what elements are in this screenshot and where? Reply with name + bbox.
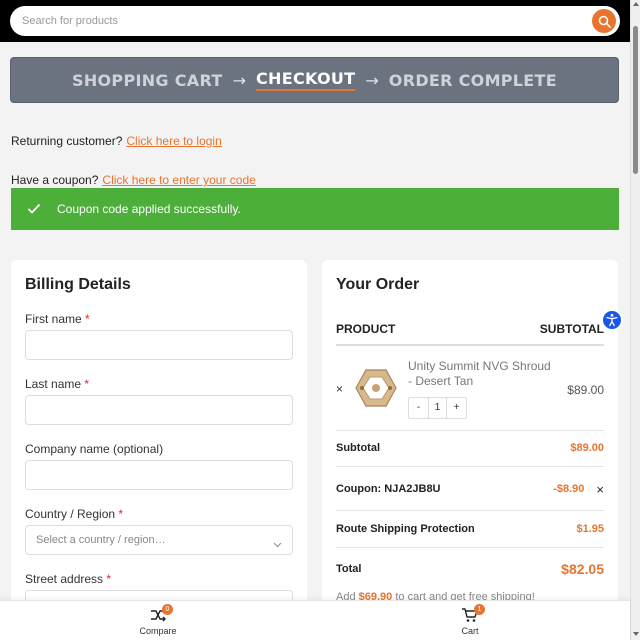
first-name-label: First name * [25, 312, 90, 326]
country-label-text: Country / Region [25, 507, 116, 521]
qty-input[interactable]: 1 [428, 398, 447, 418]
bottom-nav: 0 Compare 1 Cart [0, 600, 630, 640]
total-row: Total $82.05 [336, 559, 604, 579]
scroll-up-icon[interactable] [633, 2, 639, 6]
last-name-field[interactable] [25, 395, 293, 425]
arrow-right-icon: → [232, 70, 246, 90]
success-notice: Coupon code applied successfully. [11, 188, 619, 230]
first-name-label-text: First name [25, 312, 82, 326]
coupon-prompt: Have a coupon? Click here to enter your c… [11, 173, 256, 187]
search-button[interactable] [592, 9, 616, 33]
login-link[interactable]: Click here to login [126, 134, 221, 148]
compare-count-badge: 0 [162, 604, 173, 615]
scroll-thumb[interactable] [633, 26, 638, 174]
country-select-value: Select a country / region… [36, 534, 166, 546]
cart-nav-item[interactable]: 1 Cart [440, 604, 500, 636]
street-label-text: Street address [25, 572, 104, 586]
cart-label: Cart [461, 626, 479, 636]
cart-count-badge: 1 [474, 604, 485, 615]
step-shopping-cart[interactable]: SHOPPING CART [72, 71, 223, 90]
header-bar [0, 0, 630, 42]
coupon-value-group: -$8.90 × [553, 482, 604, 497]
billing-title: Billing Details [25, 276, 131, 293]
accessibility-button[interactable] [601, 309, 623, 331]
divider [336, 510, 604, 511]
total-label: Total [336, 563, 362, 575]
coupon-prompt-text: Have a coupon? [11, 173, 99, 187]
step-checkout[interactable]: CHECKOUT [255, 69, 356, 91]
billing-details-card: Billing Details First name * Last name *… [11, 260, 307, 620]
cart-icon: 1 [440, 604, 500, 624]
country-select[interactable]: Select a country / region… [25, 525, 293, 555]
street-label: Street address * [25, 572, 111, 586]
product-thumbnail[interactable] [352, 366, 400, 410]
search-box [10, 6, 620, 36]
total-value: $82.05 [561, 561, 604, 577]
page-scrollbar[interactable] [630, 0, 640, 640]
compare-nav-item[interactable]: 0 Compare [128, 604, 188, 636]
scroll-down-icon[interactable] [633, 632, 639, 636]
returning-customer: Returning customer? Click here to login [11, 134, 222, 148]
subtotal-label: Subtotal [336, 442, 380, 454]
order-table-header: PRODUCT SUBTOTAL [336, 322, 604, 346]
checkout-steps: SHOPPING CART → CHECKOUT → ORDER COMPLET… [10, 57, 619, 103]
quantity-stepper: - 1 + [408, 397, 467, 419]
chevron-down-icon [273, 535, 282, 553]
required-mark: * [106, 572, 112, 586]
country-label: Country / Region * [25, 507, 123, 521]
last-name-label-text: Last name [25, 377, 82, 391]
coupon-discount: -$8.90 [553, 483, 585, 495]
coupon-row: Coupon: NJA2JB8U -$8.90 × [336, 481, 604, 497]
your-order-card: Your Order PRODUCT SUBTOTAL × Unity Summ… [322, 260, 618, 620]
product-name-link[interactable]: Unity Summit NVG Shroud - Desert Tan [408, 359, 558, 389]
qty-increase-button[interactable]: + [447, 398, 466, 418]
divider [336, 547, 604, 548]
qty-decrease-button[interactable]: - [409, 398, 428, 418]
enter-coupon-link[interactable]: Click here to enter your code [102, 173, 255, 187]
required-mark: * [118, 507, 124, 521]
product-column-header: PRODUCT [336, 322, 396, 336]
shipping-protection-row: Route Shipping Protection $1.95 [336, 521, 604, 537]
subtotal-row: Subtotal $89.00 [336, 440, 604, 456]
subtotal-value: $89.00 [570, 442, 604, 454]
shipping-protection-value: $1.95 [576, 523, 604, 535]
company-label: Company name (optional) [25, 442, 164, 456]
divider [336, 430, 604, 431]
success-notice-text: Coupon code applied successfully. [57, 202, 241, 216]
last-name-label: Last name * [25, 377, 89, 391]
returning-customer-text: Returning customer? [11, 134, 123, 148]
required-mark: * [85, 312, 90, 326]
order-title: Your Order [336, 276, 420, 293]
accessibility-icon [606, 313, 618, 327]
compare-icon: 0 [128, 604, 188, 624]
shipping-protection-label: Route Shipping Protection [336, 523, 475, 535]
remove-item-icon[interactable]: × [336, 382, 343, 396]
first-name-field[interactable] [25, 330, 293, 360]
step-order-complete: ORDER COMPLETE [388, 70, 557, 90]
compare-label: Compare [139, 626, 177, 636]
coupon-label: Coupon: NJA2JB8U [336, 483, 441, 495]
subtotal-column-header: SUBTOTAL [539, 322, 604, 336]
required-mark: * [84, 377, 90, 391]
search-input[interactable] [22, 6, 582, 36]
company-field[interactable] [25, 460, 293, 490]
remove-coupon-icon[interactable]: × [596, 482, 604, 497]
product-price: $89.00 [567, 383, 604, 397]
arrow-right-icon: → [365, 70, 379, 90]
search-icon [598, 15, 611, 28]
divider [336, 466, 604, 467]
checkmark-icon [27, 203, 41, 215]
